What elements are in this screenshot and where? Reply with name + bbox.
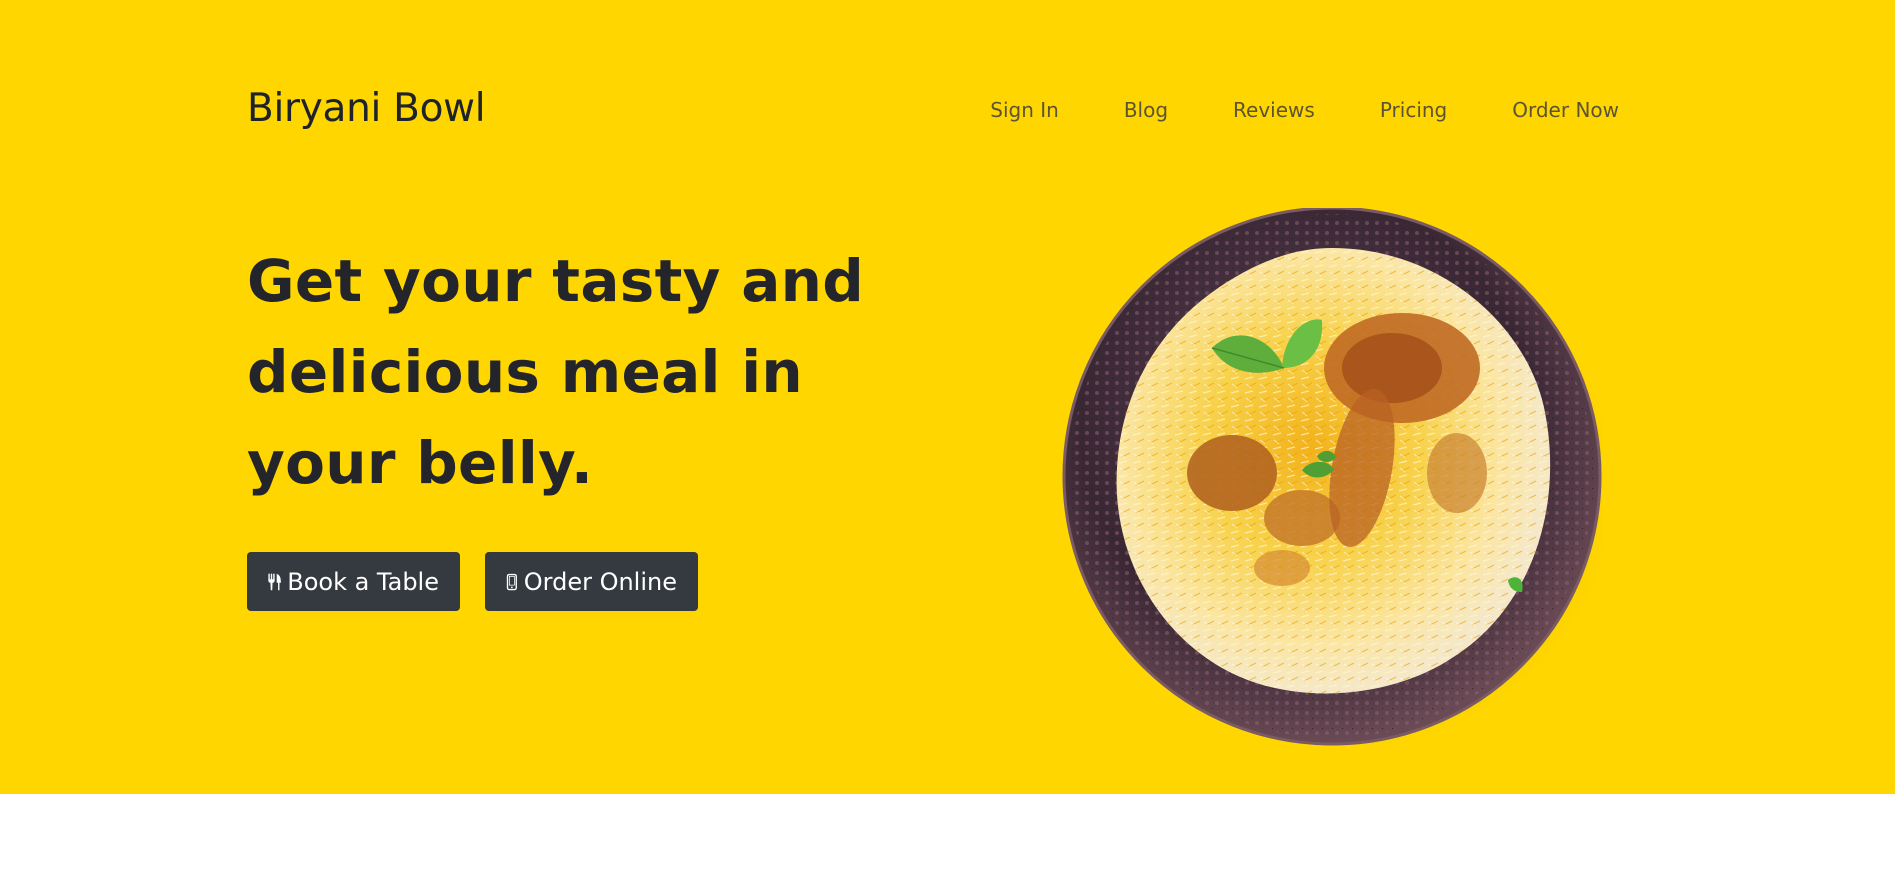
order-online-label: Order Online (523, 567, 677, 596)
nav-sign-in[interactable]: Sign In (990, 98, 1059, 122)
cutlery-icon (268, 573, 281, 590)
headline-line-1: Get your tasty and (247, 247, 865, 315)
nav-order-now[interactable]: Order Now (1512, 98, 1619, 122)
brand-logo[interactable]: Biryani Bowl (247, 86, 486, 131)
plate-illustration (1062, 206, 1622, 756)
order-online-button[interactable]: Order Online (485, 552, 698, 611)
headline-line-2: delicious meal in (247, 338, 803, 406)
book-table-button[interactable]: Book a Table (247, 552, 460, 611)
headline-line-3: your belly. (247, 429, 594, 497)
mobile-phone-icon (506, 573, 517, 590)
nav-blog[interactable]: Blog (1124, 98, 1168, 122)
hero-headline: Get your tasty and delicious meal in you… (247, 236, 967, 509)
nav-pricing[interactable]: Pricing (1380, 98, 1447, 122)
book-table-label: Book a Table (287, 567, 439, 596)
nav-reviews[interactable]: Reviews (1233, 98, 1315, 122)
main-nav: Sign In Blog Reviews Pricing Order Now (925, 98, 1619, 122)
hero-section: Biryani Bowl Sign In Blog Reviews Pricin… (0, 0, 1895, 794)
biryani-plate-image (1062, 206, 1622, 756)
